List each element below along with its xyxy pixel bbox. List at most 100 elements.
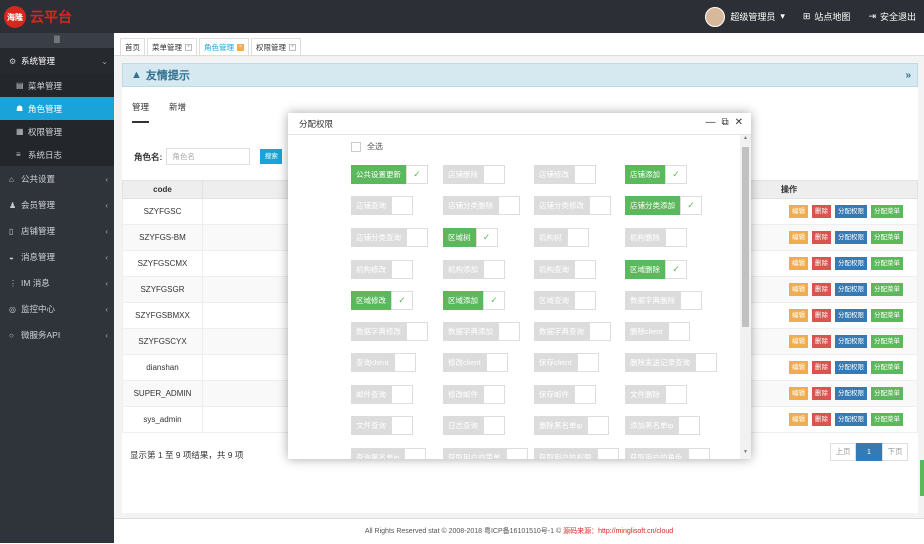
edit-button[interactable]: 编辑 [789, 413, 808, 426]
select-all[interactable]: 全选 [351, 141, 383, 152]
permission-toggle[interactable]: 店铺修改 [534, 165, 596, 184]
assign-menu-button[interactable]: 分配菜单 [871, 413, 903, 426]
search-button[interactable]: 搜索 [260, 149, 283, 164]
info-box[interactable]: ▲ 友情提示 » [122, 63, 918, 87]
sidebar-item[interactable]: ○ 微服务API ‹ [0, 322, 114, 348]
tab-close-icon[interactable]: × [185, 43, 192, 51]
assign-permission-button[interactable]: 分配权限 [835, 361, 867, 374]
permission-toggle[interactable]: 查询client [351, 353, 416, 372]
permission-toggle[interactable]: 机构查询 [534, 260, 596, 279]
scroll-down-icon[interactable]: ▼ [740, 449, 751, 459]
assign-menu-button[interactable]: 分配菜单 [871, 387, 903, 400]
tab-manage[interactable]: 管理 [132, 101, 150, 123]
assign-permission-button[interactable]: 分配权限 [835, 257, 867, 270]
permission-toggle[interactable]: 店铺分类添加 ✓ [625, 196, 702, 215]
logo[interactable]: 海隆 云平台 [4, 6, 72, 28]
sidebar-item[interactable]: ⚙ 系统管理 ⌄ [0, 48, 114, 74]
permission-toggle[interactable]: 数据字典查询 [534, 322, 611, 341]
assign-permission-button[interactable]: 分配权限 [835, 231, 867, 244]
sidebar-item[interactable]: ☗ 角色管理 [0, 97, 114, 120]
permission-toggle[interactable]: 日志查询 [443, 416, 505, 435]
site-map-link[interactable]: ⊞ 站点地图 [803, 10, 851, 23]
permission-toggle[interactable]: 删除发送记录查询 [625, 353, 717, 372]
scroll-up-icon[interactable]: ▲ [740, 135, 751, 145]
permission-toggle[interactable]: 数据字典添加 [443, 322, 520, 341]
delete-button[interactable]: 删除 [812, 335, 831, 348]
footer-source-link[interactable]: 源码来源：http://minglisoft.cn/cloud [563, 528, 673, 535]
permission-toggle[interactable]: 获取用户的权限 [534, 448, 619, 459]
permission-toggle[interactable]: 区域添加 ✓ [443, 291, 505, 310]
minimize-icon[interactable]: — [705, 117, 715, 128]
tab-close-icon[interactable]: × [289, 43, 296, 51]
next-page-button[interactable]: 下页 [882, 443, 908, 461]
delete-button[interactable]: 删除 [812, 257, 831, 270]
permission-toggle[interactable]: 删除client [625, 322, 690, 341]
permission-toggle[interactable]: 数据字典删除 [625, 291, 702, 310]
edit-button[interactable]: 编辑 [789, 231, 808, 244]
sidebar-item[interactable]: ▯ 店铺管理 ‹ [0, 218, 114, 244]
permission-toggle[interactable]: 店铺分类查询 [351, 228, 428, 247]
role-name-input[interactable]: 角色名 [166, 148, 251, 165]
assign-menu-button[interactable]: 分配菜单 [871, 361, 903, 374]
assign-permission-button[interactable]: 分配权限 [835, 205, 867, 218]
sidebar-item[interactable]: ⋮ IM 消息 ‹ [0, 270, 114, 296]
permission-toggle[interactable]: 区域删除 ✓ [625, 260, 687, 279]
permission-toggle[interactable]: 机构修改 [351, 260, 413, 279]
permission-toggle[interactable]: 查询黑名单ip [351, 448, 427, 459]
assign-permission-button[interactable]: 分配权限 [835, 387, 867, 400]
edit-button[interactable]: 编辑 [789, 387, 808, 400]
permission-toggle[interactable]: 机构树 [534, 228, 589, 247]
logout-link[interactable]: ⇥ 安全退出 [868, 10, 916, 23]
permission-toggle[interactable]: 获取用户的菜单 [443, 448, 528, 459]
assign-permission-button[interactable]: 分配权限 [835, 335, 867, 348]
permission-toggle[interactable]: 获取用户的角色 [625, 448, 710, 459]
delete-button[interactable]: 删除 [812, 387, 831, 400]
permission-toggle[interactable]: 文件查询 [351, 416, 413, 435]
delete-button[interactable]: 删除 [812, 413, 831, 426]
assign-menu-button[interactable]: 分配菜单 [871, 231, 903, 244]
page-tab[interactable]: 菜单管理 × [147, 38, 197, 55]
sidebar-item[interactable]: ◒ 消息管理 ‹ [0, 244, 114, 270]
sidebar-item[interactable]: ⌂ 公共设置 ‹ [0, 166, 114, 192]
permission-toggle[interactable]: 区域树 ✓ [443, 228, 498, 247]
delete-button[interactable]: 删除 [812, 361, 831, 374]
delete-button[interactable]: 删除 [812, 309, 831, 322]
delete-button[interactable]: 删除 [812, 205, 831, 218]
permission-toggle[interactable]: 机构添加 [443, 260, 505, 279]
sidebar-item[interactable]: ▦ 权限管理 [0, 120, 114, 143]
page-button[interactable]: 1 [856, 443, 882, 461]
permission-toggle[interactable]: 机构删除 [625, 228, 687, 247]
assign-permission-button[interactable]: 分配权限 [835, 413, 867, 426]
permission-toggle[interactable]: 店铺分类删除 [443, 196, 520, 215]
select-all-checkbox[interactable] [351, 141, 361, 152]
permission-toggle[interactable]: 修改邮件 [443, 385, 505, 404]
permission-toggle[interactable]: 邮件查询 [351, 385, 413, 404]
sidebar-item[interactable]: ▤ 菜单管理 [0, 74, 114, 97]
edit-button[interactable]: 编辑 [789, 335, 808, 348]
chevron-down-icon[interactable]: » [905, 70, 911, 81]
tab-add[interactable]: 新增 [169, 101, 186, 123]
assign-menu-button[interactable]: 分配菜单 [871, 283, 903, 296]
edit-button[interactable]: 编辑 [789, 309, 808, 322]
permission-toggle[interactable]: 店铺分类修改 [534, 196, 611, 215]
permission-toggle[interactable]: 修改client [443, 353, 508, 372]
maximize-icon[interactable]: ⧉ [721, 117, 728, 128]
assign-menu-button[interactable]: 分配菜单 [871, 335, 903, 348]
permission-toggle[interactable]: 区域查询 [534, 291, 596, 310]
user-menu[interactable]: 超级管理员 ▾ [705, 6, 785, 27]
permission-toggle[interactable]: 保存邮件 [534, 385, 596, 404]
assign-menu-button[interactable]: 分配菜单 [871, 205, 903, 218]
permission-toggle[interactable]: 区域修改 ✓ [351, 291, 413, 310]
tab-close-icon[interactable]: × [237, 43, 244, 51]
permission-toggle[interactable]: 保存client [534, 353, 599, 372]
sidebar-collapse-button[interactable]: Ⅲ [0, 33, 114, 48]
close-icon[interactable]: ✕ [735, 117, 743, 128]
permission-toggle[interactable]: 添加黑名单ip [625, 416, 701, 435]
page-tab[interactable]: 权限管理 × [251, 38, 301, 55]
delete-button[interactable]: 删除 [812, 283, 831, 296]
edit-button[interactable]: 编辑 [789, 283, 808, 296]
permission-toggle[interactable]: 文件删除 [625, 385, 687, 404]
permission-toggle[interactable]: 公共设置更新 ✓ [351, 165, 428, 184]
edit-button[interactable]: 编辑 [789, 257, 808, 270]
scroll-thumb[interactable] [742, 147, 749, 327]
